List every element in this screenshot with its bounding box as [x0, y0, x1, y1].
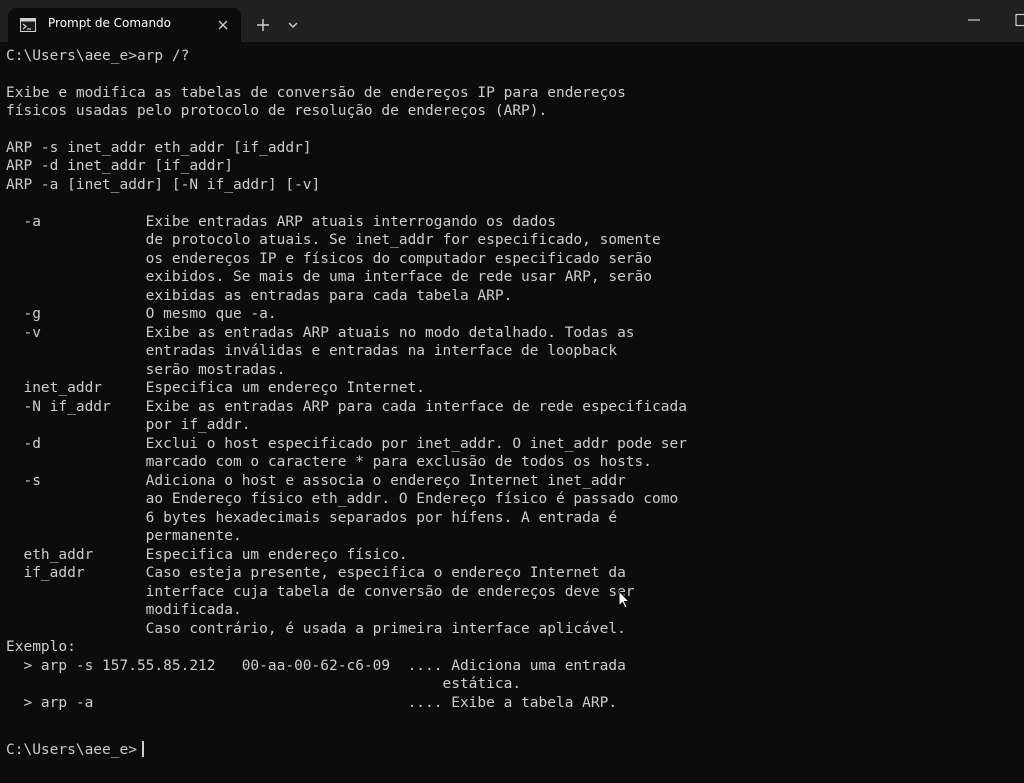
terminal-output[interactable]: C:\Users\aee_e>arp /? Exibe e modifica a… — [6, 42, 1016, 777]
terminal-line: os endereços IP e físicos do computador … — [6, 251, 653, 267]
terminal-line: -a Exibe entradas ARP atuais interrogand… — [6, 214, 556, 230]
terminal-line: serão mostradas. — [6, 362, 286, 378]
terminal-line: interface cuja tabela de conversão de en… — [6, 584, 635, 600]
terminal-line: de protocolo atuais. Se inet_addr for es… — [6, 232, 661, 248]
terminal-line: por if_addr. — [6, 417, 251, 433]
terminal-line: físicos usadas pelo protocolo de resoluç… — [6, 103, 548, 119]
tab-prompt-de-comando[interactable]: Prompt de Comando — [8, 8, 241, 42]
terminal-line: ao Endereço físico eth_addr. O Endereço … — [6, 491, 679, 507]
terminal-line: exibidas as entradas para cada tabela AR… — [6, 288, 513, 304]
text-cursor — [142, 741, 144, 757]
plus-icon[interactable] — [252, 14, 274, 36]
tab-title: Prompt de Comando — [48, 16, 172, 30]
minimize-icon[interactable] — [962, 10, 986, 30]
terminal-line: modificada. — [6, 602, 242, 618]
terminal-icon — [20, 18, 36, 32]
terminal-line: -g O mesmo que -a. — [6, 306, 277, 322]
terminal-line: -v Exibe as entradas ARP atuais no modo … — [6, 325, 635, 341]
terminal-line: permanente. — [6, 528, 242, 544]
terminal-line: entradas inválidas e entradas na interfa… — [6, 343, 618, 359]
terminal-line: ARP -a [inet_addr] [-N if_addr] [-v] — [6, 177, 321, 193]
close-icon[interactable] — [214, 16, 232, 34]
terminal-line: exibidos. Se mais de uma interface de re… — [6, 269, 653, 285]
terminal-prompt: C:\Users\aee_e> — [6, 742, 137, 758]
title-bar: Prompt de Comando — [0, 0, 1024, 42]
terminal-line: eth_addr Especifica um endereço físico. — [6, 547, 408, 563]
terminal-line: C:\Users\aee_e>arp /? — [6, 48, 190, 64]
terminal-line: 6 bytes hexadecimais separados por hífen… — [6, 510, 618, 526]
terminal-line: ARP -d inet_addr [if_addr] — [6, 158, 233, 174]
chevron-down-icon[interactable] — [284, 16, 302, 34]
terminal-line: -d Exclui o host especificado por inet_a… — [6, 436, 687, 452]
terminal-line: estática. — [6, 676, 522, 692]
terminal-window: Prompt de Comando C:\Users\aee_e>arp /? … — [0, 0, 1024, 783]
terminal-line: Exibe e modifica as tabelas de conversão… — [6, 85, 626, 101]
terminal-line: marcado com o caractere * para exclusão … — [6, 454, 653, 470]
terminal-line: > arp -s 157.55.85.212 00-aa-00-62-c6-09… — [6, 658, 626, 674]
terminal-line: -s Adiciona o host e associa o endereço … — [6, 473, 626, 489]
maximize-icon[interactable] — [1008, 10, 1024, 30]
terminal-line: if_addr Caso esteja presente, especifica… — [6, 565, 626, 581]
terminal-line: Exemplo: — [6, 639, 76, 655]
terminal-line: ARP -s inet_addr eth_addr [if_addr] — [6, 140, 312, 156]
terminal-line: > arp -a .... Exibe a tabela ARP. — [6, 695, 618, 711]
terminal-line: Caso contrário, é usada a primeira inter… — [6, 621, 626, 637]
terminal-line: -N if_addr Exibe as entradas ARP para ca… — [6, 399, 687, 415]
mouse-cursor-icon — [618, 590, 630, 609]
terminal-line: inet_addr Especifica um endereço Interne… — [6, 380, 426, 396]
